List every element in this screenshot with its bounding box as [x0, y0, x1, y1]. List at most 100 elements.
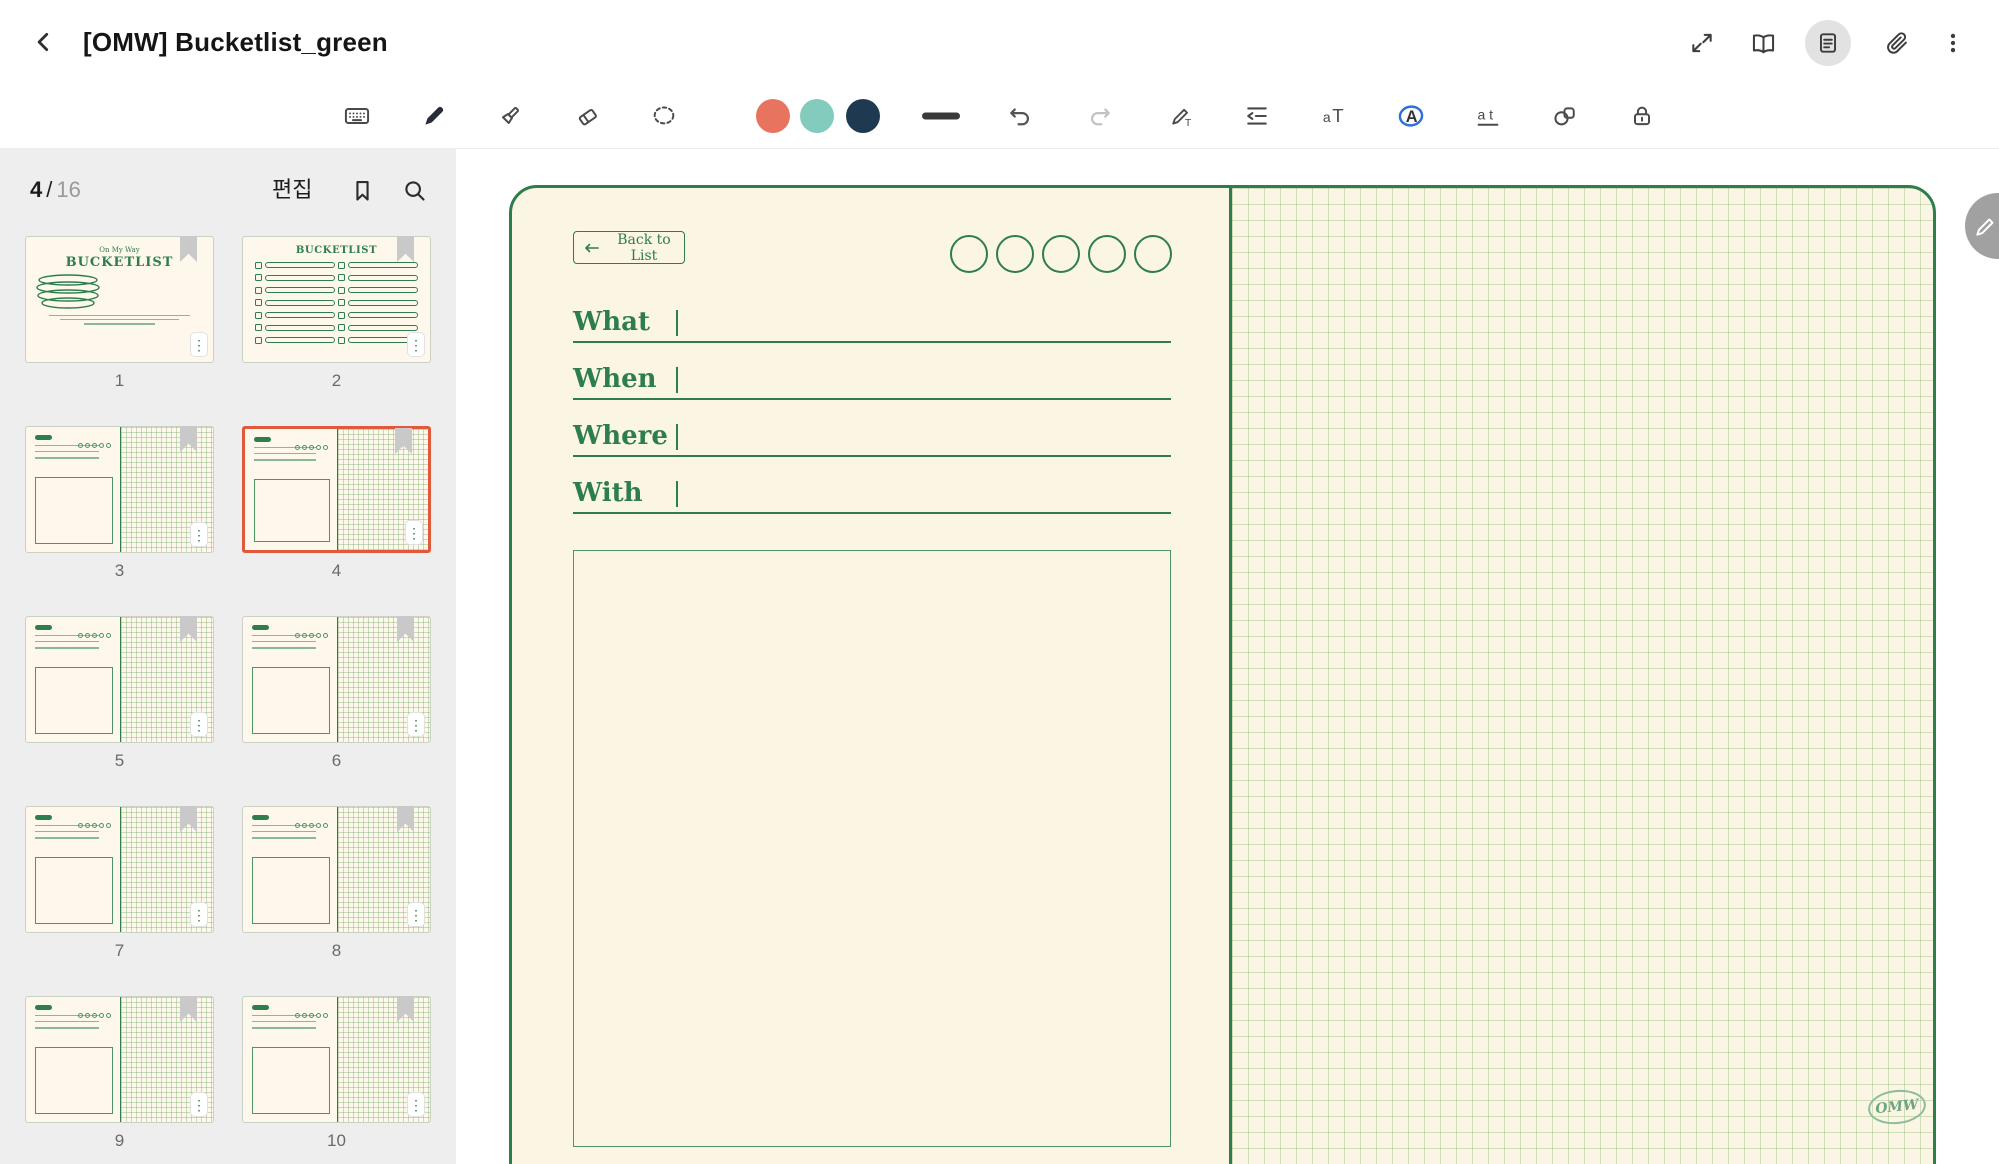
color-swatch-navy[interactable]	[846, 99, 880, 133]
thumbnail[interactable]: BUCKETLIST ⋮ 2	[242, 236, 431, 426]
back-arrow-icon	[584, 242, 599, 254]
thumbnail-menu-button[interactable]: ⋮	[407, 1092, 425, 1117]
thumbnail-page[interactable]: BUCKETLIST ⋮	[242, 236, 431, 363]
thumbnail-page[interactable]: On My Way BUCKETLIST ⋮	[25, 236, 214, 363]
field-what: What	[573, 301, 1171, 343]
circle-outline	[1134, 235, 1172, 273]
color-swatch-teal[interactable]	[800, 99, 834, 133]
auto-correct-tool[interactable]: A	[1391, 96, 1431, 136]
thumbnail-page-number: 8	[242, 941, 431, 961]
lasso-icon	[650, 102, 678, 130]
keyboard-tool[interactable]	[337, 96, 377, 136]
text-pen-tool[interactable]: T	[1162, 96, 1202, 136]
svg-text:a: a	[1323, 109, 1331, 125]
list-title: BUCKETLIST	[255, 245, 418, 256]
svg-text:T: T	[1185, 117, 1192, 129]
eraser-tool[interactable]	[567, 96, 607, 136]
thumbnail[interactable]: ⋮ 8	[242, 806, 431, 996]
kebab-menu-icon	[1940, 30, 1966, 56]
thumbnail-menu-button[interactable]: ⋮	[190, 332, 208, 357]
undo-button[interactable]	[1000, 96, 1040, 136]
search-button[interactable]	[396, 172, 432, 208]
thumbnail-page[interactable]: ⋮	[25, 996, 214, 1123]
stroke-width-tool[interactable]	[913, 96, 969, 136]
attachment-button[interactable]	[1874, 20, 1920, 66]
document-title: [OMW] Bucketlist_green	[83, 0, 388, 84]
thumbnail-page-number: 10	[242, 1131, 431, 1151]
lock-icon	[1628, 102, 1656, 130]
color-swatch-coral[interactable]	[756, 99, 790, 133]
thumbnail-menu-button[interactable]: ⋮	[190, 902, 208, 927]
thumbnail-menu-button[interactable]: ⋮	[407, 712, 425, 737]
back-to-list-button[interactable]: Back to List	[573, 231, 685, 264]
thumbnail[interactable]: ⋮ 3	[25, 426, 214, 616]
shapes-tool[interactable]	[1545, 96, 1585, 136]
svg-text:T: T	[1332, 105, 1343, 126]
circle-outline	[1042, 235, 1080, 273]
thumbnail[interactable]: ⋮ 10	[242, 996, 431, 1164]
thumbnail-page[interactable]: ⋮	[242, 806, 431, 933]
bookmark-filter-button[interactable]	[344, 172, 380, 208]
lock-tool[interactable]	[1622, 96, 1662, 136]
thumbnail-menu-button[interactable]: ⋮	[407, 332, 425, 357]
lasso-tool[interactable]	[644, 96, 684, 136]
thumbnail-menu-button[interactable]: ⋮	[190, 522, 208, 547]
search-icon	[401, 177, 428, 204]
highlighter-tool[interactable]	[490, 96, 530, 136]
page-indicator: 4/16	[30, 173, 81, 207]
back-button[interactable]	[22, 20, 66, 64]
top-bar: [OMW] Bucketlist_green	[0, 0, 1999, 84]
text-spacing-tool[interactable]: at	[1468, 96, 1508, 136]
more-menu-button[interactable]	[1930, 20, 1976, 66]
highlighter-icon	[496, 102, 524, 130]
thumbnail[interactable]: ⋮ 7	[25, 806, 214, 996]
circle-outline	[996, 235, 1034, 273]
thumbnail-page[interactable]: ⋮	[242, 426, 431, 553]
shapes-icon	[1551, 102, 1579, 130]
thumbnail-page-number: 2	[242, 371, 431, 391]
indent-tool[interactable]	[1237, 96, 1277, 136]
text-pen-icon: T	[1168, 102, 1196, 130]
field-label: What	[573, 301, 650, 343]
thumbnail-menu-button[interactable]: ⋮	[190, 1092, 208, 1117]
notebook-page[interactable]: Back to List What When Where With OMW	[509, 185, 1936, 1164]
thumbnail-page[interactable]: ⋮	[242, 996, 431, 1123]
thumbnail-page-number: 6	[242, 751, 431, 771]
edit-button[interactable]: 편집	[272, 173, 312, 207]
thumbnail-page-number: 7	[25, 941, 214, 961]
coil-doodle	[26, 273, 110, 311]
thumbnail[interactable]: On My Way BUCKETLIST ⋮ 1	[25, 236, 214, 426]
field-divider-bar	[676, 481, 678, 507]
page-overview-button[interactable]	[1805, 20, 1851, 66]
thumbnail-page[interactable]: ⋮	[25, 616, 214, 743]
thumbnail-page[interactable]: ⋮	[25, 806, 214, 933]
thumbnail[interactable]: ⋮ 9	[25, 996, 214, 1164]
chevron-left-icon	[31, 29, 57, 55]
thumbnail-menu-button[interactable]: ⋮	[190, 712, 208, 737]
expand-button[interactable]	[1679, 20, 1725, 66]
thumbnail-page-number: 4	[242, 561, 431, 581]
total-page-count: 16	[56, 177, 80, 202]
text-style-tool[interactable]: aT	[1314, 96, 1354, 136]
thumbnail[interactable]: ⋮ 6	[242, 616, 431, 806]
cover-title: BUCKETLIST	[26, 255, 213, 270]
pen-tool[interactable]	[414, 96, 454, 136]
svg-text:a: a	[1478, 107, 1486, 123]
field-when: When	[573, 358, 1171, 400]
edit-handle-button[interactable]	[1965, 193, 1999, 259]
circle-outline	[1088, 235, 1126, 273]
thumbnail[interactable]: ⋮ 5	[25, 616, 214, 806]
cover-text-lines	[26, 315, 213, 325]
thumbnail-menu-button[interactable]: ⋮	[405, 520, 423, 545]
thumbnail-page[interactable]: ⋮	[242, 616, 431, 743]
thumbnail-menu-button[interactable]: ⋮	[407, 902, 425, 927]
thumbnail-page-number: 5	[25, 751, 214, 771]
thumbnail[interactable]: ⋮ 4	[242, 426, 431, 616]
field-label: When	[573, 358, 657, 400]
thumbnail-list: On My Way BUCKETLIST ⋮ 1 BUCKETLIST	[25, 236, 431, 1164]
thumbnail-page-number: 9	[25, 1131, 214, 1151]
reading-mode-button[interactable]	[1740, 20, 1786, 66]
field-divider-bar	[676, 310, 678, 336]
redo-button[interactable]	[1080, 96, 1120, 136]
thumbnail-page[interactable]: ⋮	[25, 426, 214, 553]
